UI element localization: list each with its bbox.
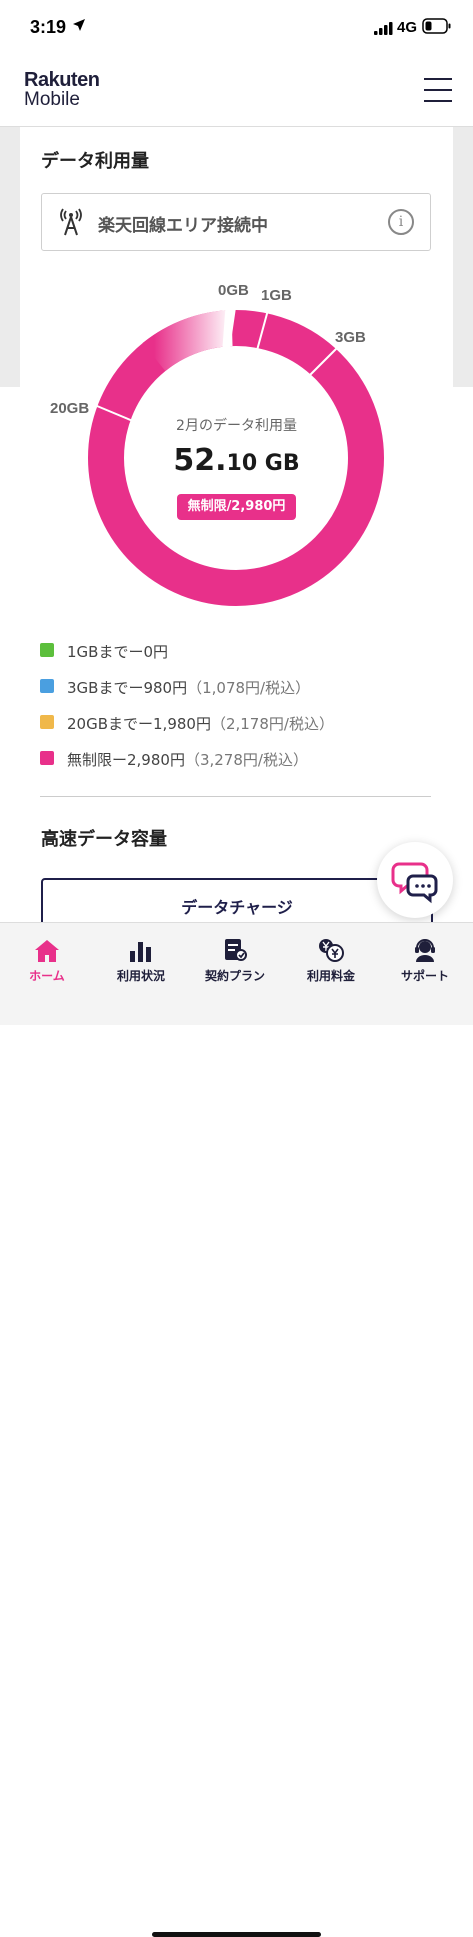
status-bar: 3:19 4G: [0, 0, 473, 56]
bar-chart-icon: [130, 942, 151, 962]
menu-icon[interactable]: [424, 78, 452, 102]
bottom-tab-bar: ホーム 利用状況 契約プラン 利用料金 サポート: [0, 922, 473, 1937]
legend-swatch: [40, 751, 54, 765]
legend-tax: （3,278円/税込）: [184, 751, 308, 769]
network-type: 4G: [397, 19, 418, 36]
location-arrow-icon: [73, 19, 85, 31]
legend-tax: （2,178円/税込）: [210, 715, 334, 733]
section-divider: [40, 796, 431, 797]
status-time: 3:19: [30, 17, 67, 37]
legend-text: 3GBまでー980円: [67, 679, 188, 697]
logo-line2: Mobile: [24, 89, 80, 110]
legend-swatch: [40, 679, 54, 693]
usage-dec: 10: [226, 451, 258, 476]
usage-unit: GB: [257, 451, 300, 476]
tab-home[interactable]: ホーム: [0, 931, 94, 984]
high-speed-title: 高速データ容量: [41, 829, 167, 850]
data-charge-label: データチャージ: [181, 898, 293, 917]
legend-swatch: [40, 715, 54, 729]
legend-text: 20GBまでー1,980円: [67, 715, 211, 733]
contract-icon: [225, 939, 247, 961]
logo-line1: Rakuten: [24, 69, 100, 91]
rakuten-mobile-logo[interactable]: Rakuten Mobile: [24, 69, 100, 110]
fee-icon: [319, 939, 344, 962]
usage-value: 52.10 GB: [20, 443, 453, 478]
ring-label-0gb: 0GB: [218, 282, 249, 299]
chat-button[interactable]: [377, 842, 453, 918]
tab-support[interactable]: サポート: [378, 931, 472, 984]
tab-usage[interactable]: 利用状況: [94, 931, 188, 984]
legend-text: 無制限ー2,980円: [67, 751, 185, 769]
ring-label-1gb: 1GB: [261, 287, 292, 304]
ring-label-3gb: 3GB: [335, 329, 366, 346]
legend-tax: （1,078円/税込）: [187, 679, 311, 697]
ring-gap: [222, 307, 236, 348]
usage-donut-chart: [88, 307, 384, 606]
ring-fade-segment: [142, 310, 234, 372]
usage-center-label: 2月のデータ利用量: [176, 418, 297, 434]
chat-bubbles-icon: [391, 862, 438, 904]
home-indicator: [152, 1932, 321, 1937]
signal-bars-icon: [374, 22, 393, 35]
support-icon: [415, 939, 435, 962]
tab-home-label: ホーム: [29, 969, 65, 983]
tab-usage-label: 利用状況: [116, 969, 165, 983]
usage-int: 52.: [173, 443, 227, 478]
tab-support-label: サポート: [400, 969, 449, 983]
tab-fee-label: 利用料金: [306, 969, 355, 983]
home-icon: [35, 940, 59, 962]
plan-badge: 無制限/2,980円: [177, 494, 296, 520]
tab-contract[interactable]: 契約プラン: [188, 931, 282, 984]
tab-contract-label: 契約プラン: [204, 969, 265, 983]
app-header: Rakuten Mobile: [0, 56, 473, 127]
tab-fee[interactable]: 利用料金: [284, 931, 378, 984]
legend-text: 1GBまでー0円: [67, 643, 169, 661]
legend-swatch: [40, 643, 54, 657]
data-usage-card: データ利用量 楽天回線エリア接続中 i 0GB 1GB 3GB 20GB 2月の…: [20, 127, 453, 932]
battery-icon: [422, 18, 451, 34]
